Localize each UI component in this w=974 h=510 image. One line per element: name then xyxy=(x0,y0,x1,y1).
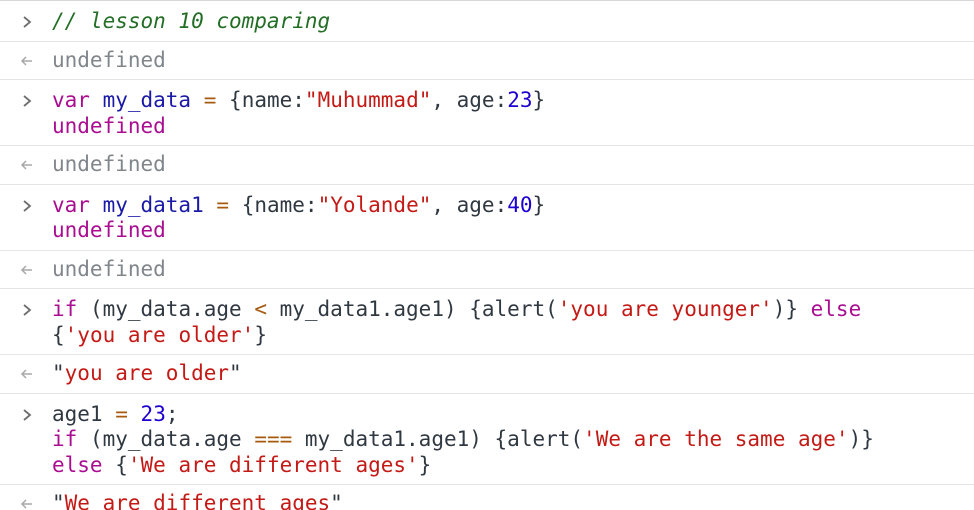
result-line: undefined xyxy=(52,152,974,178)
code-token: 40 xyxy=(507,192,533,217)
console-input-entry[interactable]: age1 = 23; if (my_data.age === my_data1.a… xyxy=(0,394,974,485)
code-token: undefined xyxy=(52,47,166,72)
code-token: undefined xyxy=(52,218,166,242)
code-token: { xyxy=(102,452,128,477)
code-token: my_data1.age1) {alert( xyxy=(292,427,584,451)
result-arrow-icon xyxy=(20,158,38,172)
code-token: undefined xyxy=(52,152,166,176)
code-line: {'you are older'} xyxy=(52,323,974,349)
code-token: my_data xyxy=(102,88,192,112)
code-token: " xyxy=(52,491,65,510)
code-token: {name: xyxy=(229,192,318,217)
code-line: var my_data = {name:"Muhummad", age:23} xyxy=(52,88,974,114)
code-token: } xyxy=(532,88,546,112)
code-token: else xyxy=(52,452,103,477)
console-input-entry[interactable]: // lesson 10 comparing xyxy=(0,0,974,42)
console-result-entry[interactable]: undefined xyxy=(0,42,974,80)
code-token: var xyxy=(52,88,103,112)
console-result-entry[interactable]: undefined xyxy=(0,146,974,185)
code-token: you are older xyxy=(64,361,230,385)
result-arrow-icon xyxy=(20,497,38,510)
code-line: undefined xyxy=(52,218,974,244)
code-token: " xyxy=(52,361,65,385)
code-token: = xyxy=(115,401,128,426)
result-arrow-icon xyxy=(20,54,38,68)
devtools-console[interactable]: // lesson 10 comparing undefined var my_da… xyxy=(0,0,974,510)
code-token: 23 xyxy=(140,401,166,426)
code-token: )} xyxy=(848,427,874,451)
code-line: undefined xyxy=(52,114,974,140)
code-line: if (my_data.age === my_data1.age1) {aler… xyxy=(52,427,974,453)
code-token: undefined xyxy=(52,256,166,281)
code-token: " xyxy=(330,491,343,510)
code-token: // lesson 10 comparing xyxy=(52,9,331,33)
code-token: my_data1.age1) {alert( xyxy=(266,297,558,321)
code-token: = xyxy=(203,88,217,112)
code-token: 23 xyxy=(507,88,533,112)
code-token: 'We are different ages' xyxy=(127,452,419,477)
result-line: "We are different ages" xyxy=(52,491,974,510)
code-line: if (my_data.age < my_data1.age1) {alert(… xyxy=(52,297,974,323)
code-token: {name: xyxy=(216,88,305,112)
code-token: , age: xyxy=(431,88,508,112)
code-token: my_data1 xyxy=(102,192,204,217)
code-token: if xyxy=(52,427,78,451)
result-line: undefined xyxy=(52,257,974,283)
code-token: age1 xyxy=(52,401,103,426)
code-token: , age: xyxy=(431,192,508,217)
result-line: "you are older" xyxy=(52,361,974,387)
code-token: )} xyxy=(772,297,811,321)
code-token: 'you are younger' xyxy=(557,297,773,321)
code-token: 'We are the same age' xyxy=(583,427,849,451)
code-token: if xyxy=(52,297,78,321)
code-token: } xyxy=(418,452,432,477)
code-token: < xyxy=(254,297,267,321)
result-arrow-icon xyxy=(20,263,38,277)
code-line: else {'We are different ages'} xyxy=(52,453,974,479)
console-input-entry[interactable]: var my_data1 = {name:"Yolande", age:40} u… xyxy=(0,185,974,251)
code-token: } xyxy=(254,322,267,347)
code-token: 'you are older' xyxy=(64,322,255,347)
console-input-entry[interactable]: var my_data = {name:"Muhummad", age:23} u… xyxy=(0,80,974,146)
console-input-entry[interactable]: if (my_data.age < my_data1.age1) {alert(… xyxy=(0,289,974,355)
console-result-entry[interactable]: "you are older" xyxy=(0,355,974,394)
code-token: We are different ages xyxy=(64,491,331,510)
prompt-chevron-icon xyxy=(20,303,38,317)
prompt-chevron-icon xyxy=(20,15,38,29)
console-result-entry[interactable]: "We are different ages" xyxy=(0,485,974,510)
code-line: var my_data1 = {name:"Yolande", age:40} xyxy=(52,193,974,219)
code-token: else xyxy=(810,297,862,321)
code-token: ; xyxy=(165,401,179,426)
code-token: } xyxy=(532,192,546,217)
code-token: === xyxy=(254,427,293,451)
code-token: var xyxy=(52,192,103,217)
code-token: { xyxy=(52,322,65,347)
prompt-chevron-icon xyxy=(20,94,38,108)
code-token: undefined xyxy=(52,113,166,138)
code-token: (my_data.age xyxy=(77,427,255,451)
code-line: age1 = 23; xyxy=(52,402,974,428)
console-result-entry[interactable]: undefined xyxy=(0,251,974,289)
result-arrow-icon xyxy=(20,367,38,381)
prompt-chevron-icon xyxy=(20,199,38,213)
result-line: undefined xyxy=(52,48,974,74)
code-token: " xyxy=(229,361,242,385)
code-line: // lesson 10 comparing xyxy=(52,9,974,35)
prompt-chevron-icon xyxy=(20,408,38,422)
code-token: "Yolande" xyxy=(317,192,432,217)
code-token: = xyxy=(216,192,230,217)
code-token: "Muhummad" xyxy=(304,88,432,112)
code-token: (my_data.age xyxy=(77,297,255,321)
